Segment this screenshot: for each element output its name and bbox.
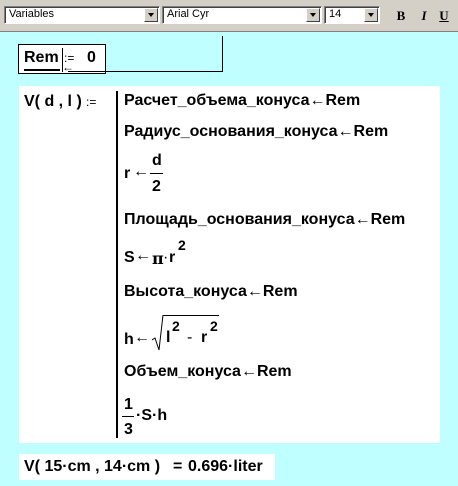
callout-vertical-line	[222, 36, 223, 72]
exponent: 2	[172, 318, 180, 334]
style-select-value: Variables	[9, 8, 55, 20]
size-select-value: 14	[329, 8, 342, 20]
r-token: r	[201, 329, 208, 346]
fraction-numerator: 1	[124, 396, 133, 413]
exponent: 2	[210, 318, 218, 334]
arrow-icon: ←	[246, 283, 263, 300]
italic-button[interactable]: I	[414, 6, 434, 25]
rem-token: Rem	[256, 363, 292, 380]
minus-operator: -	[187, 329, 193, 346]
rem-token: Rem	[370, 211, 406, 228]
bold-button[interactable]: B	[391, 6, 411, 25]
arrow-icon: ←	[133, 163, 149, 180]
format-toolbar: Variables Arial Cyr 14 B I U	[0, 0, 458, 32]
arrow-icon: ←	[134, 329, 150, 346]
fraction-bar	[150, 173, 163, 174]
font-select[interactable]: Arial Cyr	[162, 6, 322, 24]
chevron-down-icon[interactable]	[306, 8, 320, 22]
rem-value: 0	[87, 49, 96, 66]
font-select-value: Arial Cyr	[167, 8, 210, 20]
pi-symbol: π	[152, 249, 164, 268]
sqrt-bar	[163, 315, 219, 316]
var-calc-volume: Расчет_объема_конуса	[124, 92, 310, 109]
stmt-r-var: r	[124, 165, 131, 182]
var-radius-base: Радиус_основания_конуса	[124, 123, 338, 140]
stmt-area-base: Площадь_основания_конуса←Rem	[124, 211, 405, 229]
rem-token: Rem	[262, 283, 298, 300]
fraction-bar	[122, 416, 134, 417]
stmt-calc-volume: Расчет_объема_конуса←Rem	[124, 92, 360, 110]
dot-operator: ·	[163, 249, 169, 266]
chevron-down-icon[interactable]	[144, 8, 158, 22]
evaluation-equals: =	[173, 458, 183, 475]
arrow-icon: ←	[240, 363, 257, 380]
r-token: r	[169, 249, 176, 266]
rem-variable: Rem	[24, 49, 59, 66]
spacer	[106, 52, 220, 53]
rem-token: Rem	[325, 92, 361, 109]
var-volume: Объем_конуса	[124, 363, 241, 380]
callout-arrow-icon: ←	[62, 60, 74, 74]
stmt-radius-base: Радиус_основания_конуса←Rem	[124, 123, 388, 141]
exponent: 2	[178, 237, 186, 253]
stmt-s-var: S	[124, 249, 135, 266]
fraction-numerator: d	[152, 152, 162, 169]
fraction-denominator: 3	[124, 421, 133, 438]
size-select[interactable]: 14	[324, 6, 380, 24]
function-header: V( d , l )	[24, 93, 82, 110]
underline-button[interactable]: U	[434, 6, 454, 25]
arrow-icon: ←	[337, 123, 354, 140]
function-assign-op: :=	[86, 95, 97, 109]
program-bracket	[116, 91, 118, 438]
var-area-base: Площадь_основания_конуса	[124, 211, 355, 228]
chevron-down-icon[interactable]	[364, 8, 378, 22]
arrow-icon: ←	[309, 92, 326, 109]
arrow-icon: ←	[354, 211, 371, 228]
selection-underline	[24, 69, 60, 71]
l-token: l	[166, 329, 171, 346]
stmt-height: Высота_конуса←Rem	[124, 283, 298, 301]
var-height: Высота_конуса	[124, 283, 247, 300]
sqrt-icon	[152, 314, 164, 351]
arrow-icon: ←	[135, 247, 151, 264]
style-select[interactable]: Variables	[4, 6, 160, 24]
stmt-h-var: h	[124, 331, 134, 348]
callout-horizontal-line	[68, 71, 223, 72]
fraction-denominator: 2	[152, 178, 161, 195]
result-expression: ·S·h	[136, 407, 168, 424]
rem-token: Rem	[353, 123, 389, 140]
evaluation-result: 0.696·liter	[188, 458, 263, 475]
evaluation-expression: V( 15·cm , 14·cm )	[24, 458, 161, 475]
stmt-volume: Объем_конуса←Rem	[124, 363, 292, 381]
